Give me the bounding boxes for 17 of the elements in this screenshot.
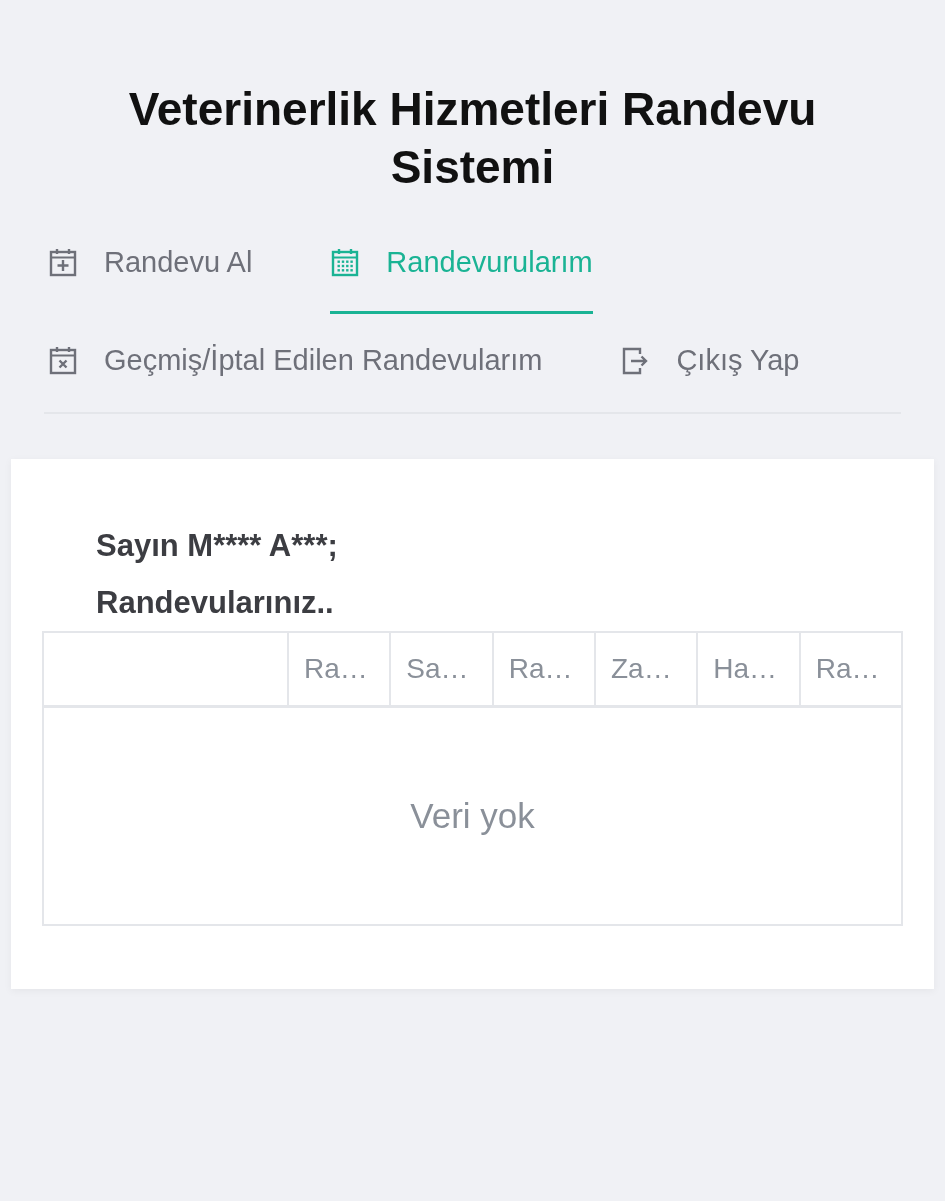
column-header: Ra…	[798, 633, 901, 705]
calendar-icon	[330, 247, 361, 277]
column-header: Ha…	[696, 633, 799, 705]
column-header: Za…	[594, 633, 697, 705]
calendar-plus-icon	[48, 247, 78, 277]
page-title: Veterinerlik Hizmetleri Randevu Sistemi	[127, 82, 818, 195]
column-header: Ra…	[287, 633, 390, 705]
nav-tab[interactable]: Çıkış Yap	[620, 314, 800, 412]
appointments-heading: Randevularınız..	[95, 584, 335, 622]
empty-message: Veri yok	[410, 796, 535, 836]
column-header: Sa…	[389, 633, 492, 705]
calendar-x-icon	[48, 345, 78, 375]
nav-tab[interactable]: Geçmiş/İptal Edilen Randevularım	[48, 314, 543, 412]
greeting-text: Sayın M**** A***;	[95, 527, 339, 565]
nav-tab[interactable]: Randevu Al	[48, 216, 253, 314]
column-header: Ra…	[491, 633, 594, 705]
nav-tab[interactable]: Randevurularım	[330, 216, 593, 314]
